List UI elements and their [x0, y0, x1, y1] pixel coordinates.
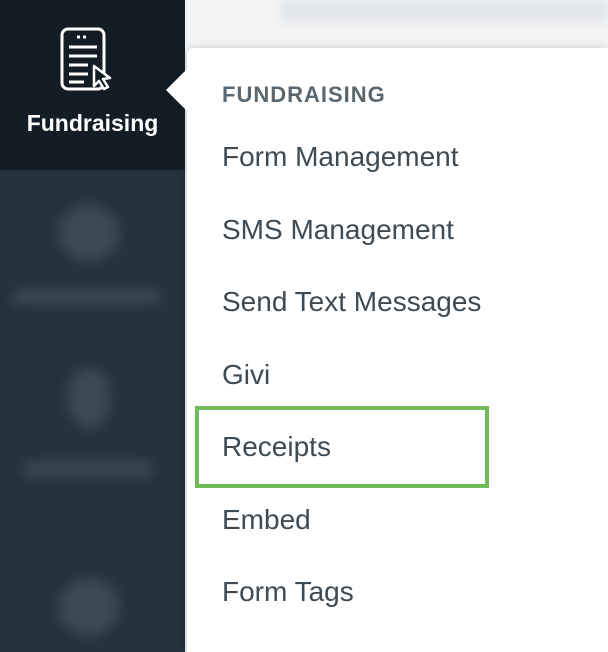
- sidebar-item-label: Fundraising: [26, 110, 159, 136]
- menu-item-form-tags[interactable]: Form Tags: [222, 574, 354, 610]
- blurred-nav-label: [22, 462, 154, 476]
- blurred-nav-icon[interactable]: [58, 205, 120, 261]
- blurred-header-strip: [280, 0, 608, 22]
- menu-item-sms-management[interactable]: SMS Management: [222, 212, 454, 248]
- menu-item-receipts[interactable]: Receipts: [222, 429, 331, 465]
- menu-heading: FUNDRAISING: [222, 82, 386, 107]
- menu-item-givi[interactable]: Givi: [222, 357, 270, 393]
- menu-pointer-arrow: [166, 68, 188, 112]
- sidebar: Fundraising: [0, 0, 185, 652]
- blurred-nav-icon[interactable]: [58, 578, 120, 636]
- menu-item-form-management[interactable]: Form Management: [222, 139, 459, 175]
- blurred-nav-label: [12, 290, 162, 304]
- menu-item-send-text-messages[interactable]: Send Text Messages: [222, 284, 481, 320]
- blurred-nav-icon[interactable]: [68, 368, 110, 428]
- menu-item-embed[interactable]: Embed: [222, 502, 311, 538]
- sidebar-item-fundraising[interactable]: Fundraising: [0, 0, 185, 170]
- fundraising-form-icon: [60, 27, 112, 91]
